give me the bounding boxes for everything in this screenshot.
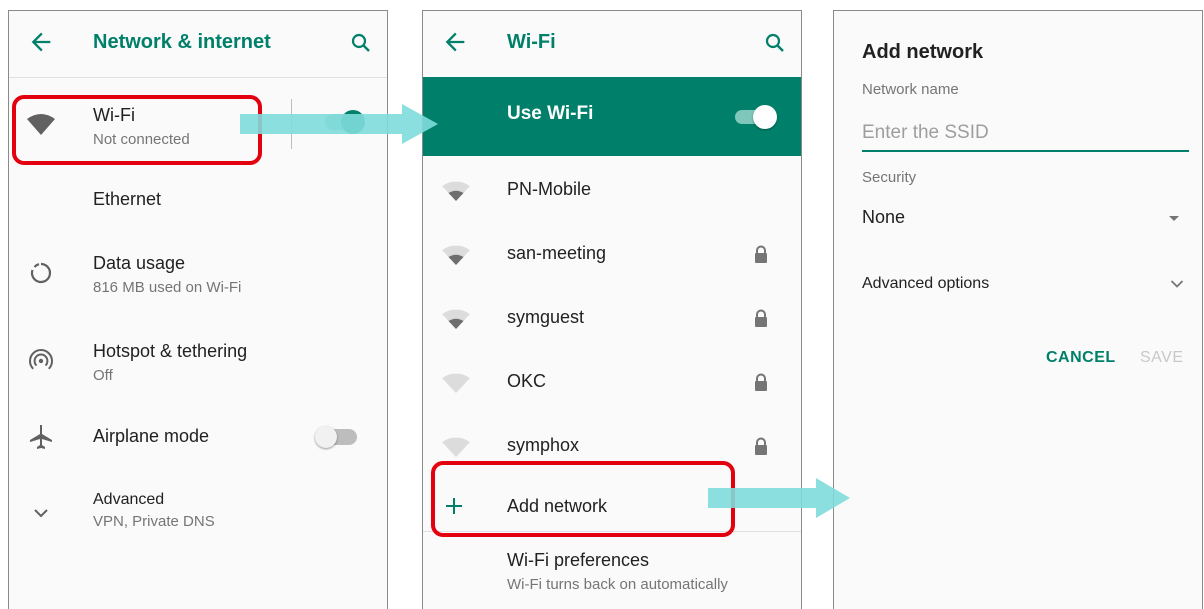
use-wifi-bar[interactable]: Use Wi-Fi [423, 77, 801, 156]
use-wifi-toggle-knob[interactable] [753, 105, 777, 129]
wifi-signal-icon [442, 245, 470, 265]
back-arrow-icon[interactable] [441, 28, 469, 56]
network-name: san-meeting [507, 243, 607, 263]
data-usage-label: Data usage [93, 253, 186, 273]
wifi-signal-icon [442, 309, 470, 329]
network-name: symphox [507, 435, 580, 455]
arrow-right-icon [240, 104, 438, 144]
app-bar: Wi-Fi [423, 11, 801, 77]
network-item[interactable]: san-meeting [423, 225, 801, 285]
airplane-mode-item[interactable]: Airplane mode [9, 409, 387, 469]
chevron-down-icon [34, 509, 48, 518]
airplane-label: Airplane mode [93, 426, 210, 446]
wifi-signal-icon [442, 373, 470, 393]
lock-icon [755, 245, 767, 263]
dialog-title: Add network [862, 41, 984, 63]
data-usage-icon [30, 262, 52, 284]
search-icon[interactable] [763, 31, 787, 55]
network-item[interactable]: OKC [423, 353, 801, 413]
dropdown-arrow-icon [1169, 216, 1179, 221]
hotspot-label: Hotspot & tethering [93, 341, 248, 361]
wifi-preferences-sub: Wi-Fi turns back on automatically [507, 576, 728, 593]
highlight-add-network-box [431, 461, 735, 537]
advanced-sub: VPN, Private DNS [93, 513, 215, 530]
network-item[interactable]: PN-Mobile [423, 161, 801, 221]
wifi-signal-icon [442, 437, 470, 457]
advanced-item[interactable]: Advanced VPN, Private DNS [9, 479, 387, 545]
security-dropdown[interactable]: None [834, 197, 1202, 237]
hotspot-sub: Off [93, 367, 113, 384]
add-network-dialog: Add network Network name Security None A… [833, 10, 1203, 609]
lock-icon [755, 437, 767, 455]
data-usage-sub: 816 MB used on Wi-Fi [93, 279, 242, 296]
use-wifi-label: Use Wi-Fi [507, 103, 594, 124]
lock-icon [755, 309, 767, 327]
page-title: Wi-Fi [507, 31, 556, 53]
wifi-preferences-label: Wi-Fi preferences [507, 550, 650, 570]
advanced-options-label: Advanced options [862, 275, 990, 292]
network-name: PN-Mobile [507, 179, 592, 199]
search-icon[interactable] [349, 31, 373, 55]
hotspot-icon [29, 349, 53, 370]
highlight-wifi-box [12, 95, 262, 165]
cancel-button[interactable]: CANCEL [1046, 349, 1116, 367]
network-name-label: Network name [862, 81, 959, 98]
back-arrow-icon[interactable] [27, 28, 55, 56]
advanced-options-row[interactable]: Advanced options [834, 267, 1202, 303]
ethernet-item[interactable]: Ethernet [9, 169, 387, 229]
page-title: Network & internet [93, 31, 271, 53]
wifi-preferences-item[interactable]: Wi-Fi preferences Wi-Fi turns back on au… [423, 538, 801, 604]
advanced-label: Advanced [93, 491, 165, 508]
arrow-right-icon [708, 478, 850, 518]
hotspot-item[interactable]: Hotspot & tethering Off [9, 331, 387, 397]
ethernet-label: Ethernet [93, 189, 162, 209]
wifi-signal-icon [442, 181, 470, 201]
airplane-icon [30, 425, 52, 449]
chevron-down-icon [1170, 280, 1184, 288]
network-name: symguest [507, 307, 585, 327]
security-value: None [862, 207, 906, 227]
ssid-input[interactable] [862, 116, 1189, 152]
lock-icon [755, 373, 767, 391]
save-button[interactable]: SAVE [1140, 349, 1184, 367]
data-usage-item[interactable]: Data usage 816 MB used on Wi-Fi [9, 239, 387, 305]
network-item[interactable]: symguest [423, 289, 801, 349]
app-bar: Network & internet [9, 11, 387, 78]
network-name: OKC [507, 371, 547, 391]
security-label: Security [862, 169, 917, 186]
